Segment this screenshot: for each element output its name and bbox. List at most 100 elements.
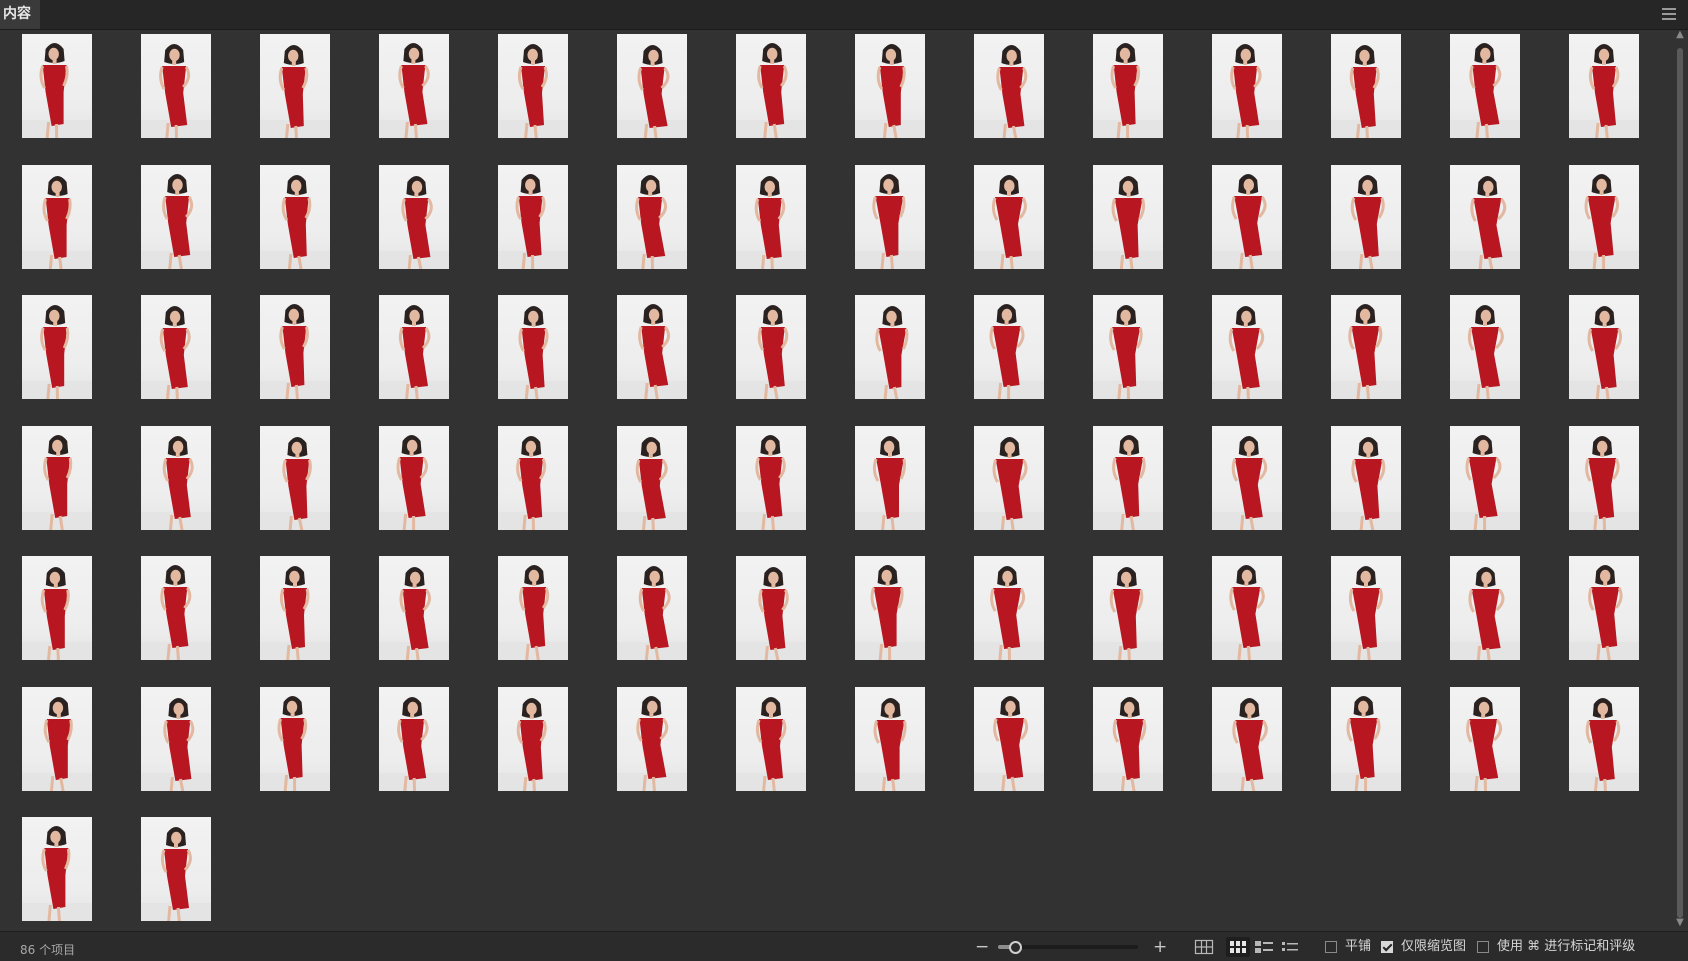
- photo-thumbnail[interactable]: [379, 34, 449, 138]
- photo-thumbnail[interactable]: [141, 295, 211, 399]
- photo-thumbnail[interactable]: [855, 295, 925, 399]
- photo-thumbnail[interactable]: [1450, 686, 1520, 791]
- photo-thumbnail[interactable]: [617, 556, 687, 660]
- photo-thumbnail[interactable]: [736, 556, 806, 660]
- thumbnail-size-slider[interactable]: − +: [975, 939, 1167, 956]
- photo-thumbnail[interactable]: [22, 425, 92, 530]
- photo-thumbnail[interactable]: [1093, 425, 1163, 530]
- photo-thumbnail[interactable]: [617, 425, 687, 530]
- photo-thumbnail[interactable]: [736, 164, 806, 269]
- photo-thumbnail[interactable]: [855, 686, 925, 791]
- photo-thumbnail[interactable]: [1569, 164, 1639, 269]
- hamburger-menu-icon[interactable]: [1662, 8, 1676, 20]
- photo-thumbnail[interactable]: [22, 34, 92, 138]
- photo-thumbnail[interactable]: [1569, 34, 1639, 138]
- photo-thumbnail[interactable]: [736, 295, 806, 399]
- photo-thumbnail[interactable]: [260, 34, 330, 138]
- photo-thumbnail[interactable]: [1212, 295, 1282, 399]
- photo-thumbnail[interactable]: [855, 556, 925, 660]
- photo-thumbnail[interactable]: [974, 164, 1044, 269]
- photo-thumbnail[interactable]: [1093, 34, 1163, 138]
- photo-thumbnail[interactable]: [1450, 295, 1520, 399]
- photo-thumbnail[interactable]: [498, 164, 568, 269]
- photo-thumbnail[interactable]: [736, 686, 806, 791]
- option-tile[interactable]: 平铺: [1325, 939, 1371, 955]
- photo-thumbnail[interactable]: [736, 425, 806, 530]
- photo-thumbnail[interactable]: [379, 164, 449, 269]
- plus-icon[interactable]: +: [1153, 939, 1167, 956]
- thumbnails-only-checkbox[interactable]: [1381, 941, 1393, 953]
- option-cmd-label-rating[interactable]: 使用 ⌘ 进行标记和评级: [1477, 939, 1635, 955]
- thumbnail-view-icon[interactable]: [1226, 937, 1250, 957]
- photo-thumbnail[interactable]: [1450, 164, 1520, 269]
- photo-thumbnail[interactable]: [1569, 686, 1639, 791]
- photo-thumbnail[interactable]: [1212, 556, 1282, 660]
- photo-thumbnail[interactable]: [498, 295, 568, 399]
- scrollbar-thumb[interactable]: [1677, 48, 1683, 918]
- photo-thumbnail[interactable]: [974, 686, 1044, 791]
- photo-thumbnail[interactable]: [141, 817, 211, 921]
- photo-thumbnail[interactable]: [22, 817, 92, 921]
- photo-thumbnail[interactable]: [617, 34, 687, 138]
- tab-content[interactable]: 内容: [0, 0, 40, 29]
- photo-thumbnail[interactable]: [1212, 164, 1282, 269]
- photo-thumbnail[interactable]: [22, 686, 92, 791]
- photo-thumbnail[interactable]: [855, 34, 925, 138]
- photo-thumbnail[interactable]: [736, 34, 806, 138]
- photo-thumbnail[interactable]: [1212, 425, 1282, 530]
- photo-thumbnail[interactable]: [1331, 34, 1401, 138]
- photo-thumbnail[interactable]: [141, 34, 211, 138]
- photo-thumbnail[interactable]: [379, 425, 449, 530]
- photo-thumbnail[interactable]: [1569, 295, 1639, 399]
- chevron-down-icon[interactable]: ▼: [1675, 918, 1685, 928]
- photo-thumbnail[interactable]: [1331, 425, 1401, 530]
- photo-thumbnail[interactable]: [141, 425, 211, 530]
- photo-thumbnail[interactable]: [379, 295, 449, 399]
- photo-thumbnail[interactable]: [1331, 164, 1401, 269]
- photo-thumbnail[interactable]: [379, 556, 449, 660]
- photo-thumbnail[interactable]: [974, 295, 1044, 399]
- photo-thumbnail[interactable]: [617, 164, 687, 269]
- option-thumbnails-only[interactable]: 仅限缩览图: [1381, 939, 1466, 955]
- slider-knob[interactable]: [1008, 941, 1022, 954]
- photo-thumbnail[interactable]: [22, 556, 92, 660]
- photo-thumbnail[interactable]: [1331, 295, 1401, 399]
- photo-thumbnail[interactable]: [498, 34, 568, 138]
- photo-thumbnail[interactable]: [617, 686, 687, 791]
- cmd-label-rating-checkbox[interactable]: [1477, 941, 1489, 953]
- photo-thumbnail[interactable]: [1331, 556, 1401, 660]
- grid-view-icon[interactable]: [1192, 937, 1216, 957]
- photo-thumbnail[interactable]: [260, 425, 330, 530]
- photo-thumbnail[interactable]: [498, 556, 568, 660]
- photo-thumbnail[interactable]: [1093, 164, 1163, 269]
- photo-thumbnail[interactable]: [1093, 556, 1163, 660]
- photo-thumbnail[interactable]: [1212, 686, 1282, 791]
- list-view-icon[interactable]: [1278, 937, 1302, 957]
- photo-thumbnail[interactable]: [22, 295, 92, 399]
- photo-thumbnail[interactable]: [1450, 34, 1520, 138]
- photo-thumbnail[interactable]: [1093, 686, 1163, 791]
- photo-thumbnail[interactable]: [260, 164, 330, 269]
- photo-thumbnail[interactable]: [141, 686, 211, 791]
- photo-thumbnail[interactable]: [1450, 425, 1520, 530]
- photo-thumbnail[interactable]: [141, 164, 211, 269]
- photo-thumbnail[interactable]: [141, 556, 211, 660]
- photo-thumbnail[interactable]: [1569, 556, 1639, 660]
- photo-thumbnail[interactable]: [260, 295, 330, 399]
- photo-thumbnail[interactable]: [260, 686, 330, 791]
- details-view-icon[interactable]: [1252, 937, 1276, 957]
- photo-thumbnail[interactable]: [498, 425, 568, 530]
- photo-thumbnail[interactable]: [260, 556, 330, 660]
- photo-thumbnail[interactable]: [855, 425, 925, 530]
- vertical-scrollbar[interactable]: ▲ ▼: [1674, 30, 1686, 928]
- photo-thumbnail[interactable]: [974, 34, 1044, 138]
- photo-thumbnail[interactable]: [1450, 556, 1520, 660]
- photo-thumbnail[interactable]: [498, 686, 568, 791]
- chevron-up-icon[interactable]: ▲: [1675, 30, 1685, 40]
- photo-thumbnail[interactable]: [974, 425, 1044, 530]
- photo-thumbnail[interactable]: [379, 686, 449, 791]
- minus-icon[interactable]: −: [975, 939, 989, 956]
- photo-thumbnail[interactable]: [855, 164, 925, 269]
- photo-thumbnail[interactable]: [974, 556, 1044, 660]
- photo-thumbnail[interactable]: [1093, 295, 1163, 399]
